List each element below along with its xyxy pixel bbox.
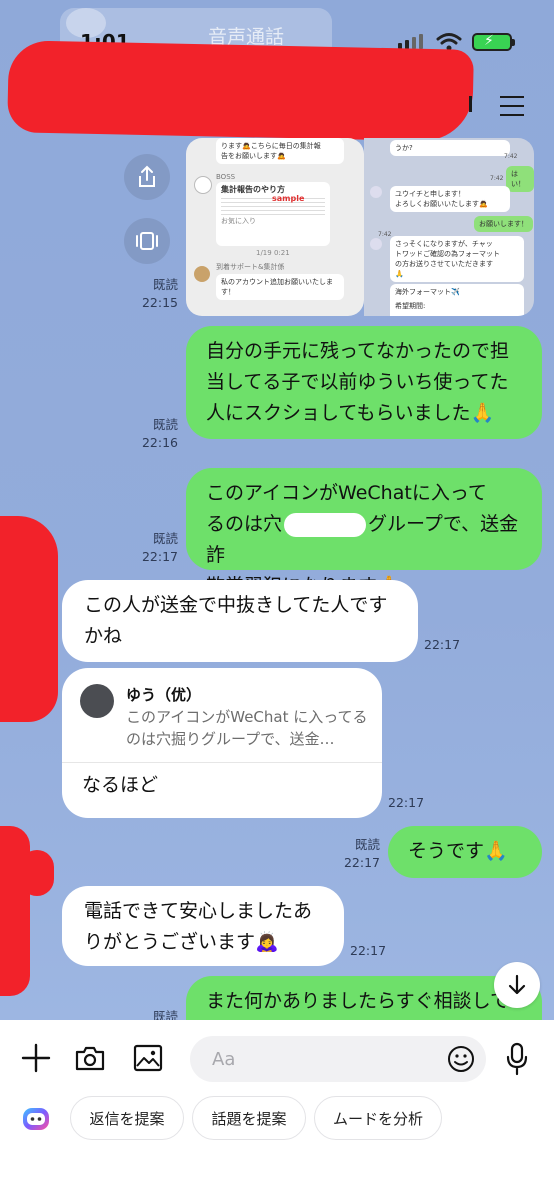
message-text: そうです🙏 — [408, 840, 508, 862]
mini-text: 1/19 0:21 — [256, 249, 290, 257]
shared-screenshot-right[interactable]: うか? 7:42 はい！ 7:42 ユウイチと申します！ よろしくお願いいたしま… — [364, 138, 534, 316]
message-text-line: るのは穴 グループで、送金詐 — [206, 509, 522, 571]
avatar-redaction — [20, 850, 54, 896]
message-time: 22:17 — [424, 637, 461, 652]
mini-text: うか? — [395, 144, 413, 152]
message-bubble-incoming[interactable]: 電話できて安心しましたありがとうございます🙇‍♀️ — [62, 886, 344, 966]
header-redaction — [7, 40, 474, 142]
share-button[interactable] — [124, 154, 170, 200]
message-input[interactable] — [190, 1036, 486, 1082]
mini-avatar — [194, 176, 212, 194]
message-text: るのは穴 — [206, 513, 283, 535]
suggest-reply-chip[interactable]: 返信を提案 — [70, 1096, 184, 1140]
share-icon — [139, 165, 155, 187]
mini-text: BOSS — [216, 173, 236, 181]
avatar-redaction — [0, 826, 30, 996]
read-receipt: 既読 — [152, 277, 178, 292]
add-button[interactable] — [18, 1040, 54, 1076]
read-receipt: 既読 — [354, 837, 380, 852]
mini-text: sample — [272, 194, 305, 203]
signal-icon — [398, 34, 423, 49]
avatar-redaction — [0, 516, 58, 722]
emoji-button[interactable] — [444, 1042, 478, 1076]
message-bubble-incoming[interactable]: この人が送金で中抜きしてた人ですかね — [62, 580, 418, 662]
mini-text: よろしくお願いいたします🙇 — [395, 200, 488, 208]
voice-button[interactable] — [500, 1040, 534, 1078]
camera-icon — [75, 1046, 105, 1071]
call-icon[interactable] — [459, 96, 472, 112]
emoji-icon — [448, 1046, 474, 1072]
photo-button[interactable] — [130, 1040, 166, 1076]
mini-avatar — [370, 186, 382, 198]
message-text: 電話できて安心しましたありがとうございます🙇‍♀️ — [84, 900, 313, 953]
arrow-down-icon — [508, 974, 526, 995]
mini-text: ります🙇こちらに毎日の集計報 — [221, 142, 321, 150]
ai-bot-icon — [23, 1108, 49, 1130]
message-meta: 既読 22:16 — [136, 416, 178, 452]
quote-text: このアイコンがWeChat に入ってるのは穴掘りグループで、送金… — [126, 708, 368, 748]
message-meta: 既読 22:15 — [136, 276, 178, 312]
message-time: 22:17 — [388, 795, 425, 810]
message-bubble-outgoing[interactable]: 自分の手元に残ってなかったので担当してる子で以前ゆういち使ってた人にスクショして… — [186, 326, 542, 439]
analyze-mood-chip[interactable]: ムードを分析 — [314, 1096, 442, 1140]
mini-text: 告をお願いします🙇 — [221, 152, 286, 160]
message-text: この人が送金で中抜きしてた人ですかね — [84, 594, 388, 647]
message-text: 自分の手元に残ってなかったので担当してる子で以前ゆういち使ってた人にスクショして… — [206, 340, 510, 424]
quote-avatar — [80, 684, 114, 718]
mini-text: の方お送りさせていただきます — [395, 260, 493, 268]
message-time: 22:17 — [350, 943, 387, 958]
image-icon — [133, 1044, 163, 1072]
shared-screenshot-left[interactable]: ります🙇こちらに毎日の集計報 告をお願いします🙇 BOSS 集計報告のやり方 s… — [186, 138, 364, 316]
mini-text: トワッドご確認の為フォーマット — [395, 250, 500, 258]
mini-text: 希望期間: — [395, 302, 426, 310]
battery-icon: ⚡ — [472, 33, 515, 51]
message-meta: 既読 22:17 — [136, 530, 178, 566]
plus-icon — [21, 1043, 51, 1073]
mini-text: 7:42 — [378, 231, 392, 238]
message-meta: 既読 22:17 — [338, 836, 380, 872]
mini-text: 7:42 — [504, 153, 518, 160]
quote-sender-name: ゆう（优） — [126, 686, 202, 704]
camera-button[interactable] — [72, 1040, 108, 1076]
album-button[interactable] — [124, 218, 170, 264]
mini-text: ユウイチと申します！ — [395, 190, 465, 198]
message-bubble-outgoing[interactable]: このアイコンがWeChatに入って るのは穴グループで、送金詐 欺常習犯になりま… — [186, 468, 542, 597]
menu-icon[interactable] — [500, 96, 524, 116]
read-receipt: 既読 — [152, 417, 178, 432]
album-icon — [136, 232, 158, 250]
mini-text: 到着サポート&集計係 — [216, 263, 285, 271]
message-text: このアイコンがWeChatに入って — [206, 482, 487, 504]
mini-text: 私のアカウント追加お願いいたします！ — [221, 278, 333, 296]
mini-text: 7:42 — [490, 175, 504, 182]
scroll-to-bottom-button[interactable] — [494, 962, 540, 1008]
divider — [62, 762, 382, 763]
mini-text: お気に入り — [221, 217, 256, 225]
mini-avatar — [370, 238, 382, 250]
message-time: 22:15 — [141, 295, 178, 310]
mini-text: はい！ — [511, 170, 525, 188]
message-time: 22:17 — [141, 549, 178, 564]
suggest-topic-chip[interactable]: 話題を提案 — [192, 1096, 306, 1140]
mini-text: 海外フォーマット✈️ — [395, 288, 460, 296]
read-receipt: 既読 — [152, 531, 178, 546]
message-time: 22:17 — [343, 855, 380, 870]
mini-text: さっそくになりますが、チャッ — [395, 240, 493, 248]
mini-text: お願いします！ — [479, 220, 528, 228]
microphone-icon — [506, 1042, 528, 1076]
message-bubble-outgoing[interactable]: そうです🙏 — [388, 826, 542, 878]
ai-assistant-button[interactable] — [20, 1102, 52, 1134]
text-redaction — [284, 512, 367, 537]
message-time: 22:16 — [141, 435, 178, 450]
reply-text: なるほど — [82, 774, 159, 796]
mini-avatar — [194, 266, 210, 282]
